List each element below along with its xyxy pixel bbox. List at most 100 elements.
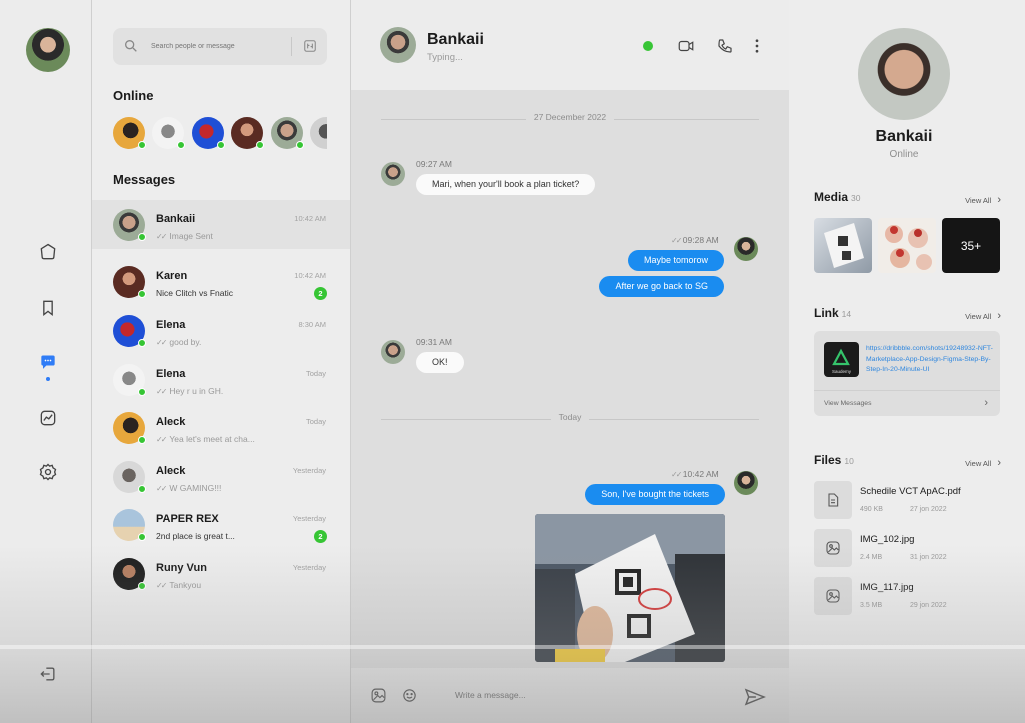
- conversation-item[interactable]: PAPER REX 2nd place is great t... Yester…: [92, 500, 350, 549]
- ticket-photo[interactable]: [535, 514, 725, 662]
- online-avatar[interactable]: [192, 117, 225, 149]
- unread-badge: 2: [314, 287, 327, 300]
- contact-name: Runy Vun: [156, 562, 207, 574]
- conversation-item[interactable]: Karen Nice Clitch vs Fnatic 10:42 AM 2: [92, 257, 350, 306]
- home-icon[interactable]: [36, 240, 60, 264]
- conversation-item[interactable]: Aleck ✓✓ Yea let's meet at cha... Today: [92, 403, 350, 452]
- analytics-icon[interactable]: [36, 406, 60, 430]
- message-preview: 2nd place is great t...: [156, 531, 235, 541]
- message-time: 10:42 AM: [294, 214, 326, 223]
- link-card[interactable]: Saudemy https://dribbble.com/shots/19248…: [814, 331, 1000, 416]
- link-view-all-link[interactable]: View All: [965, 310, 1001, 322]
- online-status-indicator: [643, 41, 653, 51]
- online-avatar[interactable]: [231, 117, 264, 149]
- files-view-all-link[interactable]: View All: [965, 457, 1001, 469]
- files-heading: Files 10: [814, 453, 854, 467]
- profile-name: Bankaii: [875, 128, 933, 145]
- nav-rail: [0, 0, 92, 723]
- search-input[interactable]: [151, 38, 281, 55]
- outgoing-message[interactable]: After we go back to SG: [599, 276, 724, 297]
- online-avatar[interactable]: [152, 117, 185, 149]
- chat-contact-name: Bankaii: [427, 31, 484, 48]
- chat-panel: Bankaii Typing... 27 December 2022 09:27…: [351, 0, 789, 723]
- online-avatar[interactable]: [271, 117, 304, 149]
- search-divider: [291, 37, 292, 56]
- file-size: 490 KB: [860, 506, 883, 513]
- media-heading: Media 30: [814, 190, 861, 204]
- message-thread: 27 December 2022 09:27 AM Mari, when you…: [351, 90, 789, 668]
- message-time: Yesterday: [292, 563, 326, 572]
- file-item[interactable]: IMG_117.jpg 3.5 MB 29 jon 2022: [814, 577, 1004, 617]
- chat-contact-avatar[interactable]: [380, 27, 416, 63]
- profile-status: Online: [889, 149, 919, 160]
- file-date: 31 jon 2022: [910, 554, 947, 561]
- document-icon: [814, 481, 852, 519]
- message-time: 8:30 AM: [298, 320, 326, 329]
- outgoing-message[interactable]: Son, I've bought the tickets: [585, 484, 725, 505]
- more-options-icon[interactable]: [748, 37, 766, 55]
- filter-icon[interactable]: [303, 39, 317, 53]
- file-item[interactable]: Schedile VCT ApAC.pdf 490 KB 27 jon 2022: [814, 481, 1004, 521]
- incoming-message[interactable]: OK!: [416, 352, 464, 373]
- settings-icon[interactable]: [36, 460, 60, 484]
- date-separator: Today: [381, 412, 759, 426]
- read-ticks-icon: ✓✓: [156, 231, 167, 241]
- chat-icon[interactable]: [36, 351, 60, 375]
- online-avatar[interactable]: [113, 117, 146, 149]
- link-divider: [814, 390, 1000, 391]
- more-media-button[interactable]: 35+: [942, 218, 1000, 273]
- contact-name: Elena: [156, 368, 186, 380]
- logout-icon[interactable]: [36, 662, 60, 686]
- media-thumbnail[interactable]: [878, 218, 936, 273]
- message-time: Today: [305, 369, 326, 378]
- conversation-item[interactable]: Bankaii ✓✓ Image Sent 10:42 AM: [92, 200, 350, 249]
- contact-name: Elena: [156, 319, 186, 331]
- conversation-item[interactable]: Elena ✓✓ good by. 8:30 AM: [92, 306, 350, 355]
- link-url[interactable]: https://dribbble.com/shots/19248932-NFT-…: [866, 344, 994, 376]
- typing-status: Typing...: [427, 52, 463, 63]
- my-avatar[interactable]: [26, 28, 70, 72]
- file-name: IMG_117.jpg: [860, 582, 914, 593]
- conversation-panel: Online Messages Bankaii ✓✓Image Sent 10:…: [92, 0, 351, 723]
- incoming-message[interactable]: Mari, when your'll book a plan ticket?: [416, 174, 596, 195]
- phone-call-icon[interactable]: [716, 37, 734, 55]
- emoji-icon[interactable]: [401, 687, 418, 704]
- media-view-all-link[interactable]: View All: [965, 194, 1001, 206]
- saudemy-logo: Saudemy: [824, 342, 859, 377]
- message-preview: ✓✓ Yea let's meet at cha...: [156, 434, 255, 444]
- contact-name: Aleck: [156, 416, 186, 428]
- unread-badge: 2: [314, 530, 327, 543]
- conversation-item[interactable]: Runy Vun ✓✓ Tankyou Yesterday: [92, 549, 350, 598]
- my-message-avatar: [734, 471, 758, 495]
- contact-avatar: [113, 461, 146, 493]
- contact-name: Aleck: [156, 465, 186, 477]
- conversation-item[interactable]: Aleck ✓✓ W GAMING!!! Yesterday: [92, 452, 350, 501]
- contact-avatar: [113, 509, 146, 541]
- read-ticks-icon: ✓✓: [156, 580, 167, 590]
- message-input[interactable]: [455, 686, 675, 704]
- media-thumbnail[interactable]: [814, 218, 872, 273]
- online-avatar[interactable]: [310, 117, 327, 149]
- video-call-icon[interactable]: [677, 37, 695, 55]
- read-ticks-icon: ✓✓: [156, 483, 167, 493]
- message-timestamp: ✓✓ 09:28 AM: [671, 235, 719, 245]
- date-separator: 27 December 2022: [381, 112, 759, 126]
- conversation-item[interactable]: Elena ✓✓ Hey r u in GH. Today: [92, 355, 350, 404]
- attach-image-icon[interactable]: [370, 687, 387, 704]
- link-heading: Link 14: [814, 306, 852, 320]
- bookmark-icon[interactable]: [36, 296, 60, 320]
- message-composer: [351, 668, 789, 723]
- message-preview: ✓✓ good by.: [156, 337, 202, 347]
- file-date: 29 jon 2022: [910, 602, 947, 609]
- active-indicator: [46, 377, 50, 381]
- message-time: Yesterday: [292, 466, 326, 475]
- send-icon[interactable]: [744, 688, 766, 706]
- image-file-icon: [814, 529, 852, 567]
- file-item[interactable]: IMG_102.jpg 2.4 MB 31 jon 2022: [814, 529, 1004, 569]
- view-messages-link[interactable]: View Messages: [824, 400, 871, 407]
- contact-name: Karen: [156, 270, 188, 282]
- chevron-right-icon[interactable]: ›: [984, 397, 988, 409]
- outgoing-message[interactable]: Maybe tomorow: [627, 250, 724, 271]
- read-ticks-icon: ✓✓: [156, 386, 167, 396]
- link-brand-name: Saudemy: [832, 369, 852, 374]
